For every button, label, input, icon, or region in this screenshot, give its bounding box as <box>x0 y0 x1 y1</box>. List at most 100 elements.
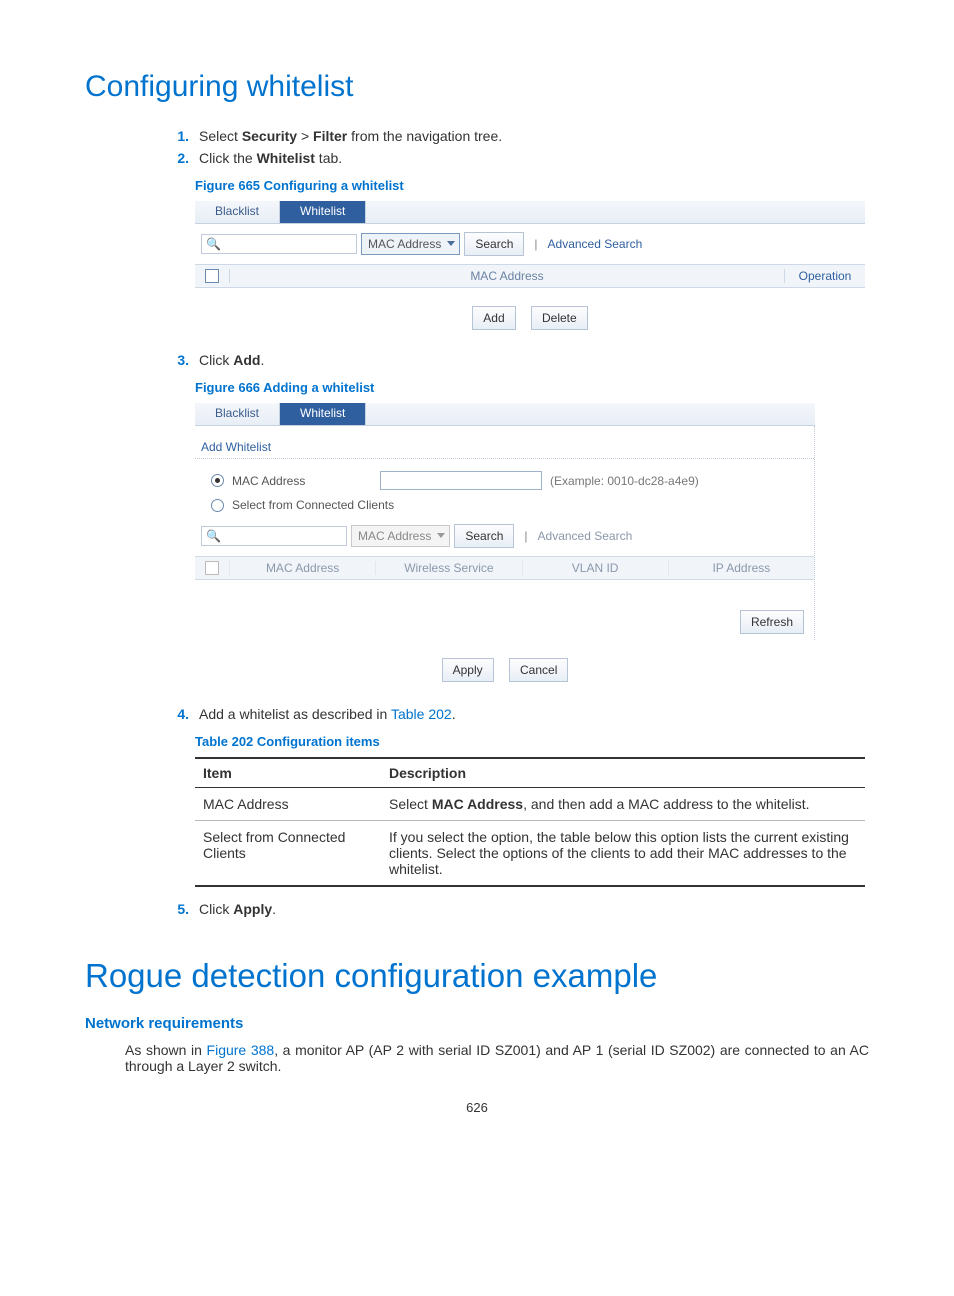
table-row: MAC Address Select MAC Address, and then… <box>195 788 865 821</box>
col-ip-address: IP Address <box>668 561 814 575</box>
text: Click the <box>199 150 257 166</box>
search-icon: 🔍 <box>206 529 221 543</box>
apply-button[interactable]: Apply <box>442 658 494 682</box>
table-202-caption: Table 202 Configuration items <box>195 734 869 749</box>
step-2: 2. Click the Whitelist tab. <box>155 150 869 166</box>
network-requirements-text: As shown in Figure 388, a monitor AP (AP… <box>125 1042 869 1074</box>
step-4: 4. Add a whitelist as described in Table… <box>155 706 869 722</box>
text: Select <box>199 128 242 144</box>
text: , and then add a MAC address to the whit… <box>523 796 809 812</box>
col-mac-address: MAC Address <box>229 561 375 575</box>
radio-connected-clients[interactable] <box>211 499 224 512</box>
bold-apply: Apply <box>233 901 272 917</box>
text: Select <box>389 796 432 812</box>
xref-figure-388[interactable]: Figure 388 <box>207 1042 275 1058</box>
cancel-button[interactable]: Cancel <box>509 658 568 682</box>
figure-666: Blacklist Whitelist Add Whitelist MAC Ad… <box>195 403 815 688</box>
text: . <box>452 706 456 722</box>
step-text: Click Add. <box>199 352 264 368</box>
figure-665: Blacklist Whitelist 🔍 MAC Address Search… <box>195 201 865 336</box>
bold-mac-address: MAC Address <box>432 796 523 812</box>
radio-mac-address-row: MAC Address (Example: 0010-dc28-a4e9) <box>195 467 814 494</box>
clients-advanced-search-link[interactable]: Advanced Search <box>538 529 633 543</box>
th-item: Item <box>195 758 381 788</box>
col-wireless-service: Wireless Service <box>375 561 521 575</box>
mac-address-input[interactable] <box>380 471 542 490</box>
step-text: Click the Whitelist tab. <box>199 150 342 166</box>
search-field-select[interactable]: MAC Address <box>361 233 460 255</box>
heading-configuring-whitelist: Configuring whitelist <box>85 70 869 104</box>
search-input[interactable]: 🔍 <box>201 234 357 254</box>
col-mac-address: MAC Address <box>229 269 785 283</box>
cell-description: If you select the option, the table belo… <box>381 821 865 887</box>
add-button[interactable]: Add <box>472 306 515 330</box>
step-number: 4. <box>155 706 189 722</box>
page-number: 626 <box>85 1100 869 1115</box>
bold-filter: Filter <box>313 128 347 144</box>
search-button[interactable]: Search <box>464 232 524 256</box>
search-icon: 🔍 <box>206 237 221 251</box>
radio-mac-address-label: MAC Address <box>232 474 372 488</box>
select-all-checkbox[interactable] <box>195 269 229 283</box>
col-vlan-id: VLAN ID <box>522 561 668 575</box>
step-text: Click Apply. <box>199 901 276 917</box>
select-all-checkbox[interactable] <box>195 561 229 575</box>
text: As shown in <box>125 1042 207 1058</box>
tab-blacklist[interactable]: Blacklist <box>195 403 280 425</box>
table-row: Select from Connected Clients If you sel… <box>195 821 865 887</box>
step-number: 3. <box>155 352 189 368</box>
step-1: 1. Select Security > Filter from the nav… <box>155 128 869 144</box>
col-operation: Operation <box>785 269 865 283</box>
tab-blacklist[interactable]: Blacklist <box>195 201 280 223</box>
clients-search-button[interactable]: Search <box>454 524 514 548</box>
table-202: Item Description MAC Address Select MAC … <box>195 757 865 887</box>
refresh-button[interactable]: Refresh <box>740 610 804 634</box>
divider: | <box>534 237 537 251</box>
step-number: 1. <box>155 128 189 144</box>
tab-whitelist[interactable]: Whitelist <box>280 201 366 223</box>
table-header: MAC Address Operation <box>195 264 865 288</box>
text: Add a whitelist as described in <box>199 706 391 722</box>
text: from the navigation tree. <box>347 128 502 144</box>
step-number: 5. <box>155 901 189 917</box>
delete-button[interactable]: Delete <box>531 306 588 330</box>
th-description: Description <box>381 758 865 788</box>
step-3: 3. Click Add. <box>155 352 869 368</box>
radio-mac-address[interactable] <box>211 474 224 487</box>
bold-whitelist: Whitelist <box>257 150 315 166</box>
search-bar: 🔍 MAC Address Search | Advanced Search <box>195 224 865 264</box>
step-text: Select Security > Filter from the naviga… <box>199 128 502 144</box>
tab-whitelist[interactable]: Whitelist <box>280 403 366 425</box>
bold-add: Add <box>233 352 260 368</box>
add-whitelist-title: Add Whitelist <box>195 426 814 459</box>
radio-connected-clients-label: Select from Connected Clients <box>232 498 394 512</box>
cell-description: Select MAC Address, and then add a MAC a… <box>381 788 865 821</box>
text: Click <box>199 352 233 368</box>
clients-search-field-select[interactable]: MAC Address <box>351 525 450 547</box>
figure-665-caption: Figure 665 Configuring a whitelist <box>195 178 869 193</box>
xref-table-202[interactable]: Table 202 <box>391 706 452 722</box>
cell-item: Select from Connected Clients <box>195 821 381 887</box>
text: tab. <box>315 150 342 166</box>
clients-search-bar: 🔍 MAC Address Search | Advanced Search <box>195 516 814 556</box>
bold-security: Security <box>242 128 297 144</box>
advanced-search-link[interactable]: Advanced Search <box>548 237 643 251</box>
text: > <box>297 128 313 144</box>
mac-example-hint: (Example: 0010-dc28-a4e9) <box>550 474 699 488</box>
tabs: Blacklist Whitelist <box>195 403 815 426</box>
heading-network-requirements: Network requirements <box>85 1015 869 1032</box>
table-header-row: Item Description <box>195 758 865 788</box>
clients-search-input[interactable]: 🔍 <box>201 526 347 546</box>
heading-rogue-detection: Rogue detection configuration example <box>85 957 869 995</box>
text: . <box>260 352 264 368</box>
text: . <box>272 901 276 917</box>
clients-table-header: MAC Address Wireless Service VLAN ID IP … <box>195 556 814 580</box>
step-text: Add a whitelist as described in Table 20… <box>199 706 456 722</box>
tabs: Blacklist Whitelist <box>195 201 865 224</box>
radio-connected-clients-row: Select from Connected Clients <box>195 494 814 516</box>
cell-item: MAC Address <box>195 788 381 821</box>
text: Click <box>199 901 233 917</box>
step-5: 5. Click Apply. <box>155 901 869 917</box>
step-number: 2. <box>155 150 189 166</box>
figure-666-caption: Figure 666 Adding a whitelist <box>195 380 869 395</box>
